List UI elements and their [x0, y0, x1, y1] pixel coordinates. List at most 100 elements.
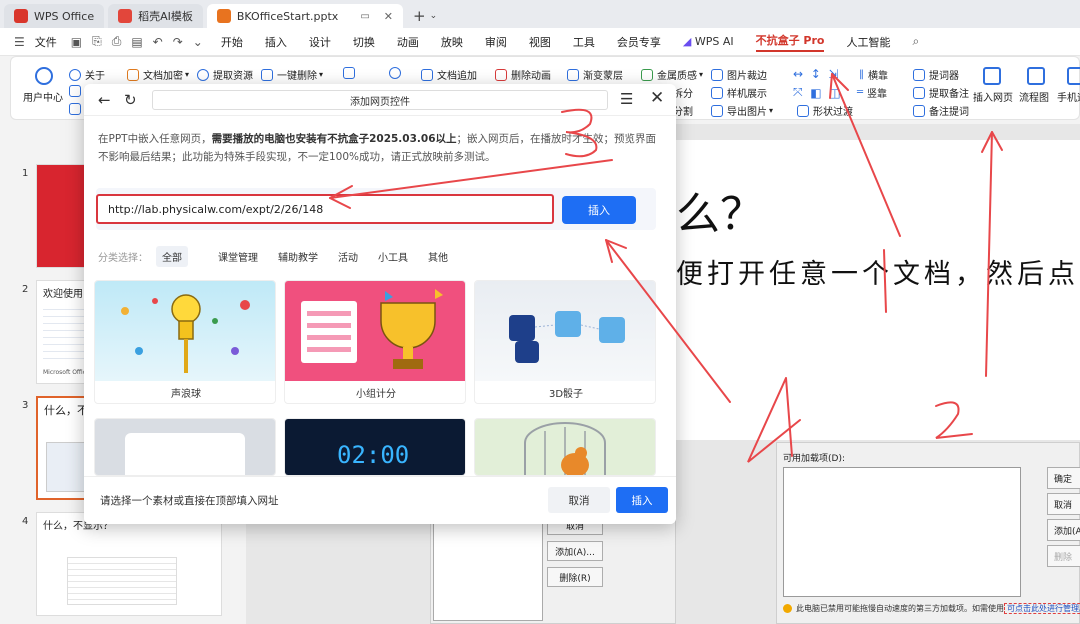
align-tools-2[interactable]: ⤧ ◧ ◫: [793, 85, 841, 100]
bg-add-button[interactable]: 添加(A): [1047, 519, 1080, 541]
menu-animation[interactable]: 动画: [397, 34, 419, 50]
menu-home[interactable]: 开始: [221, 34, 243, 50]
monitor-icon[interactable]: ▭: [360, 11, 369, 22]
template-card-4[interactable]: [94, 418, 276, 476]
info-icon: [69, 68, 81, 81]
template-card-sound-ball[interactable]: 声浪球: [94, 280, 276, 404]
slide-number: 1: [22, 168, 29, 179]
template-card-bird-cage[interactable]: [474, 418, 656, 476]
menu-file[interactable]: 文件: [35, 34, 57, 50]
more-chevron-icon[interactable]: ⌄: [193, 35, 203, 49]
tab-pptx[interactable]: BKOfficeStart.pptx ▭ ✕: [206, 4, 403, 28]
doc-encrypt-button[interactable]: 文档加密 ▾: [127, 67, 189, 82]
flowchart-icon: [1027, 67, 1045, 85]
one-click-delete-button[interactable]: 一键删除 ▾: [261, 67, 323, 82]
addin-listbox[interactable]: [783, 467, 1021, 597]
slide-number: 4: [22, 516, 29, 527]
sample-show-button[interactable]: 样机展示: [711, 85, 767, 100]
bg-delete-button[interactable]: 删除: [1047, 545, 1080, 567]
align-vertical-button[interactable]: ═ 竖靠: [857, 85, 887, 100]
menu-member[interactable]: 会员专享: [617, 34, 661, 50]
mid-add-button[interactable]: 添加(A)...: [547, 541, 603, 561]
print-icon[interactable]: ⎙: [112, 34, 122, 49]
menu-wps-ai[interactable]: ◢ WPS AI: [683, 35, 734, 48]
category-activity[interactable]: 活动: [338, 249, 358, 264]
center-icon: ◫: [829, 85, 841, 100]
palette-icon-button[interactable]: [389, 67, 405, 79]
ribbon-small-icon-2[interactable]: [69, 103, 85, 115]
refresh-icon[interactable]: ↻: [124, 91, 137, 109]
menu-bukang-pro[interactable]: 不抗盒子 Pro: [755, 32, 825, 52]
menu-ai[interactable]: 人工智能: [846, 34, 890, 50]
close-icon[interactable]: ✕: [650, 88, 664, 108]
template-card-group-score[interactable]: 小组计分: [284, 280, 466, 404]
addin-listbox-mid[interactable]: [433, 513, 543, 621]
metal-texture-button[interactable]: 金属质感 ▾: [641, 67, 703, 82]
extract-resource-button[interactable]: 提取资源: [197, 67, 253, 82]
export-icon[interactable]: ⎘: [92, 34, 102, 49]
chevron-down-icon[interactable]: ⌄: [430, 11, 438, 21]
slide-thumb-4[interactable]: 什么，不显示？: [36, 512, 222, 616]
tab-docer-ai[interactable]: 稻壳AI模板: [108, 4, 203, 28]
align-horizontal-button[interactable]: ‖ 横靠: [859, 67, 888, 82]
ribbon-small-icon-1[interactable]: [69, 85, 85, 97]
bg-cancel-button[interactable]: 取消: [1047, 493, 1080, 515]
back-arrow-icon[interactable]: ←: [98, 91, 111, 109]
split2-button[interactable]: 分割: [673, 103, 693, 118]
save-icon[interactable]: ▣: [71, 35, 82, 49]
menu-transition[interactable]: 切换: [353, 34, 375, 50]
add-tab-button[interactable]: + ⌄: [407, 4, 443, 28]
bg-ok-button[interactable]: 确定: [1047, 467, 1080, 489]
category-classroom[interactable]: 课堂管理: [218, 249, 258, 264]
category-teaching[interactable]: 辅助教学: [278, 249, 318, 264]
cancel-button[interactable]: 取消: [548, 487, 610, 513]
menu-icon[interactable]: ☰: [620, 90, 633, 108]
mid-delete-button[interactable]: 删除(R): [547, 567, 603, 587]
category-filter: 分类选择： 全部 课堂管理 辅助教学 活动 小工具 其他: [98, 246, 468, 267]
menu-view[interactable]: 视图: [529, 34, 551, 50]
delete-animation-button[interactable]: 删除动画: [495, 67, 551, 82]
split-button[interactable]: 拆分: [673, 85, 693, 100]
export-image-button[interactable]: 导出图片 ▾: [711, 103, 773, 118]
flowchart-button[interactable]: 流程图: [1019, 89, 1049, 104]
align-tools[interactable]: ↔ ↕ ⇲: [793, 67, 838, 81]
gradient-mask-button[interactable]: 渐变蒙层: [567, 67, 623, 82]
extract-notes-button[interactable]: 提取备注: [913, 85, 969, 100]
notes-prompt-button[interactable]: 备注提词: [913, 103, 969, 118]
image-crop-button[interactable]: 图片裁边: [711, 67, 767, 82]
close-tab-icon[interactable]: ✕: [384, 10, 393, 23]
template-card-3d-dice[interactable]: 3D骰子: [474, 280, 656, 404]
insert-url-button[interactable]: 插入: [562, 196, 636, 224]
print-preview-icon[interactable]: ▤: [131, 35, 142, 49]
doc-append-button[interactable]: 文档追加: [421, 67, 477, 82]
redo-icon[interactable]: ↷: [173, 35, 183, 49]
category-label: 分类选择：: [98, 253, 148, 264]
menu-tools[interactable]: 工具: [573, 34, 595, 50]
undo-icon[interactable]: ↶: [153, 35, 163, 49]
url-input[interactable]: [96, 194, 554, 224]
menu-design[interactable]: 设计: [309, 34, 331, 50]
about-button[interactable]: 关于: [69, 67, 105, 82]
category-all[interactable]: 全部: [156, 246, 188, 267]
shape-transition-button[interactable]: 形状过渡: [797, 103, 853, 118]
menu-review[interactable]: 审阅: [485, 34, 507, 50]
desc-bold: 需要播放的电脑也安装有不抗盒子2025.03.06以上: [211, 133, 457, 145]
manage-link[interactable]: 可点击此处进行管理。: [1004, 603, 1080, 614]
search-icon[interactable]: ⌕: [912, 34, 919, 49]
category-other[interactable]: 其他: [428, 249, 448, 264]
tab-wps-office[interactable]: WPS Office: [4, 4, 105, 28]
hamburger-icon[interactable]: ☰: [14, 35, 25, 49]
menu-insert[interactable]: 插入: [265, 34, 287, 50]
template-card-timer[interactable]: 02:00: [284, 418, 466, 476]
mobile-remote-button[interactable]: 手机遥: [1057, 89, 1080, 104]
user-center-button[interactable]: 用户中心: [23, 89, 63, 104]
add-webpage-dialog: ← ↻ 添加网页控件 ☰ ✕ 在PPT中嵌入任意网页，需要播放的电脑也安装有不抗…: [84, 84, 676, 524]
sample-show-label: 样机展示: [727, 89, 767, 100]
insert-webpage-button[interactable]: 插入网页: [973, 89, 1013, 104]
teleprompter-button[interactable]: 提词器: [913, 67, 959, 82]
menu-slideshow[interactable]: 放映: [441, 34, 463, 50]
webpage-icon: [983, 67, 1001, 85]
insert-button[interactable]: 插入: [616, 487, 668, 513]
chat-icon-button[interactable]: [343, 67, 359, 79]
category-tools[interactable]: 小工具: [378, 249, 408, 264]
